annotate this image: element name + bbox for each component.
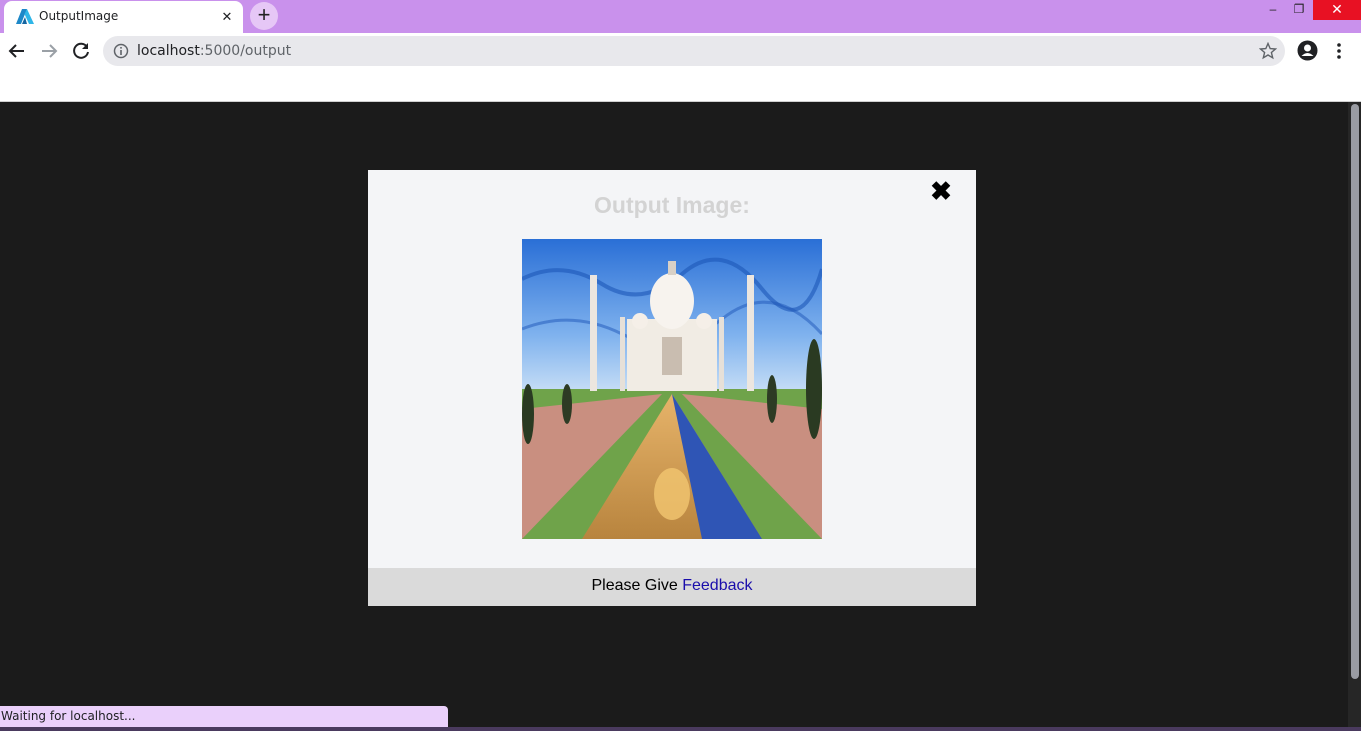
tab-outputimage[interactable]: OutputImage ✕ bbox=[4, 1, 243, 33]
modal-title: Output Image: bbox=[594, 192, 750, 218]
taskbar bbox=[0, 727, 1361, 731]
url-text[interactable]: localhost:5000/output bbox=[137, 43, 291, 59]
more-menu-icon[interactable] bbox=[1330, 41, 1348, 61]
forward-arrow-icon[interactable] bbox=[35, 37, 63, 65]
reload-icon[interactable] bbox=[67, 37, 95, 65]
feedback-prefix: Please Give bbox=[591, 577, 683, 594]
info-icon[interactable] bbox=[113, 43, 129, 59]
restore-button[interactable]: ❐ bbox=[1284, 0, 1314, 20]
browser-toolbar: localhost:5000/output bbox=[0, 33, 1361, 69]
output-modal: Output Image: ✖ bbox=[368, 170, 976, 568]
profile-avatar-icon[interactable] bbox=[1297, 40, 1318, 61]
app-logo-icon bbox=[16, 9, 34, 24]
window-close-button[interactable]: ✕ bbox=[1313, 0, 1361, 20]
url-host: localhost bbox=[137, 43, 200, 59]
scrollbar-thumb[interactable] bbox=[1351, 104, 1359, 679]
scrollbar[interactable] bbox=[1348, 102, 1361, 727]
url-path: :5000/output bbox=[199, 43, 292, 59]
feedback-bar: Please Give Feedback bbox=[368, 568, 976, 606]
page-header-strip bbox=[0, 69, 1361, 102]
address-bar[interactable]: localhost:5000/output bbox=[103, 36, 1285, 66]
close-icon[interactable]: ✖ bbox=[928, 178, 954, 205]
status-bubble: Waiting for localhost... bbox=[0, 706, 448, 727]
tab-close-icon[interactable]: ✕ bbox=[217, 7, 237, 27]
feedback-link[interactable]: Feedback bbox=[682, 577, 752, 594]
tab-title: OutputImage bbox=[39, 9, 119, 23]
new-tab-button[interactable]: + bbox=[250, 2, 278, 30]
tab-strip: OutputImage ✕ + ‒ ❐ ✕ bbox=[0, 0, 1361, 33]
bookmark-star-icon[interactable] bbox=[1259, 42, 1277, 60]
back-arrow-icon[interactable] bbox=[3, 37, 31, 65]
output-image bbox=[522, 239, 822, 539]
